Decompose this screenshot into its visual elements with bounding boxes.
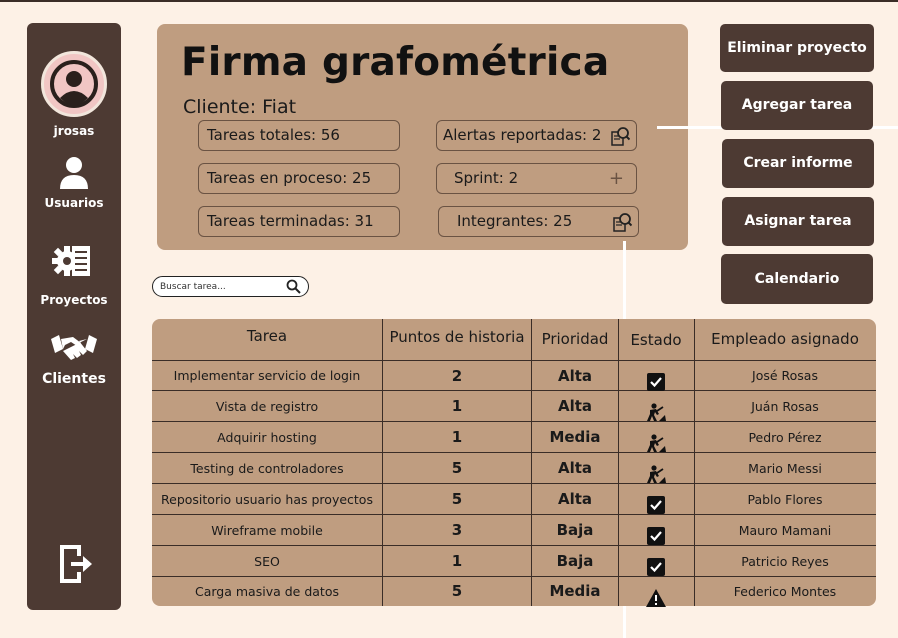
stat-alerts-label: Alertas reportadas: 2 xyxy=(443,126,602,144)
header-priority[interactable]: Prioridad xyxy=(532,319,618,360)
create-report-button[interactable]: Crear informe xyxy=(722,139,874,188)
task-assignee-cell: Pedro Pérez xyxy=(748,430,822,445)
task-assignee-cell: Mauro Mamani xyxy=(738,523,832,538)
table-row[interactable]: Implementar servicio de login 2 Alta José R… xyxy=(152,361,876,391)
task-state-cell xyxy=(618,546,694,577)
search-input[interactable] xyxy=(160,279,280,294)
task-priority-cell: Media xyxy=(549,582,601,600)
task-task-cell: Wireframe mobile xyxy=(211,523,323,538)
table-row[interactable]: Carga masiva de datos 5 Media Federico Mont… xyxy=(152,577,876,607)
user-avatar-icon[interactable] xyxy=(41,51,107,117)
search-box[interactable] xyxy=(152,276,309,297)
task-task-cell: Implementar servicio de login xyxy=(173,368,361,383)
document-search-icon[interactable] xyxy=(610,126,630,146)
logout-icon[interactable] xyxy=(59,544,93,584)
header-points[interactable]: Puntos de historia xyxy=(383,317,531,358)
header-state[interactable]: Estado xyxy=(618,320,694,361)
task-assignee-cell: Juán Rosas xyxy=(751,399,819,414)
stat-in-progress-label: Tareas en proceso: 25 xyxy=(207,169,372,187)
task-priority-cell: Baja xyxy=(556,552,594,570)
search-icon[interactable] xyxy=(286,279,301,294)
delete-project-button[interactable]: Eliminar proyecto xyxy=(720,24,874,72)
project-summary-card: Firma grafométrica Cliente: Fiat Tareas … xyxy=(157,24,688,250)
task-state-cell xyxy=(618,515,694,546)
header-assignee[interactable]: Empleado asignado xyxy=(694,319,876,360)
user-icon[interactable] xyxy=(59,156,89,190)
sidebar-item-projects[interactable]: Proyectos xyxy=(27,293,121,307)
task-assignee-cell: Pablo Flores xyxy=(747,492,823,507)
task-task-cell: Vista de registro xyxy=(215,399,319,414)
task-assignee-cell: José Rosas xyxy=(752,368,818,383)
stat-members[interactable]: Integrantes: 25 xyxy=(438,206,639,237)
stat-alerts[interactable]: Alertas reportadas: 2 xyxy=(436,120,637,151)
stat-in-progress: Tareas en proceso: 25 xyxy=(198,163,400,194)
task-state-cell xyxy=(618,577,694,607)
sidebar-item-clients[interactable]: Clientes xyxy=(27,371,121,387)
assign-task-button[interactable]: Asignar tarea xyxy=(722,197,874,246)
task-task-cell: Carga masiva de datos xyxy=(195,584,339,599)
stat-total-tasks: Tareas totales: 56 xyxy=(198,120,400,151)
table-row[interactable]: Wireframe mobile 3 Baja Mauro Mamani xyxy=(152,515,876,546)
task-task-cell: Adquirir hosting xyxy=(217,430,317,445)
task-priority-cell: Alta xyxy=(557,367,593,385)
task-points-cell: 2 xyxy=(451,367,463,385)
task-assignee-cell: Mario Messi xyxy=(748,461,822,476)
username-label: jrosas xyxy=(53,124,95,138)
stat-total-tasks-label: Tareas totales: 56 xyxy=(207,126,340,144)
table-row[interactable]: SEO 1 Baja Patricio Reyes xyxy=(152,546,876,577)
task-priority-cell: Media xyxy=(549,428,601,446)
stat-members-label: Integrantes: 25 xyxy=(457,212,573,230)
sidebar-item-users[interactable]: Usuarios xyxy=(27,196,121,210)
task-assignee-cell: Patricio Reyes xyxy=(741,554,829,569)
tasks-table: Tarea Puntos de historia Prioridad Estad… xyxy=(152,316,876,607)
task-points-cell: 5 xyxy=(451,459,463,477)
project-title: Firma grafométrica xyxy=(181,40,610,85)
task-points-cell: 5 xyxy=(451,582,463,600)
gear-document-icon[interactable] xyxy=(52,242,92,280)
task-task-cell: Testing de controladores xyxy=(190,461,344,476)
task-points-cell: 1 xyxy=(451,397,463,415)
task-priority-cell: Alta xyxy=(557,397,593,415)
task-state-cell xyxy=(618,453,694,484)
calendar-button[interactable]: Calendario xyxy=(721,254,873,304)
task-priority-cell: Alta xyxy=(557,490,593,508)
stat-finished: Tareas terminadas: 31 xyxy=(198,206,400,237)
document-search-icon[interactable] xyxy=(612,212,632,232)
table-row[interactable]: Repositorio usuario has proyectos 5 Alta Pa… xyxy=(152,484,876,515)
table-row[interactable]: Testing de controladores 5 Alta Mario Messi xyxy=(152,453,876,484)
stat-sprint-label: Sprint: 2 xyxy=(454,169,519,187)
table-row[interactable]: Vista de registro 1 Alta Juán Rosas xyxy=(152,391,876,422)
top-border xyxy=(0,0,898,2)
task-points-cell: 5 xyxy=(451,490,463,508)
handshake-icon[interactable] xyxy=(51,333,97,363)
task-points-cell: 1 xyxy=(451,552,463,570)
task-state-cell xyxy=(618,361,694,391)
header-task[interactable]: Tarea xyxy=(152,316,382,357)
warning-icon[interactable] xyxy=(645,582,667,618)
task-state-cell xyxy=(618,484,694,515)
task-assignee-cell: Federico Montes xyxy=(733,584,837,599)
task-task-cell: Repositorio usuario has proyectos xyxy=(161,492,373,507)
project-client: Cliente: Fiat xyxy=(183,96,297,118)
task-task-cell: SEO xyxy=(254,554,280,569)
task-points-cell: 1 xyxy=(451,428,463,446)
task-state-cell xyxy=(618,422,694,453)
task-points-cell: 3 xyxy=(451,521,463,539)
sidebar: jrosas Usuarios Proyectos Clientes xyxy=(27,23,121,610)
task-priority-cell: Alta xyxy=(557,459,593,477)
stat-finished-label: Tareas terminadas: 31 xyxy=(207,212,374,230)
task-state-cell xyxy=(618,391,694,422)
plus-icon[interactable]: + xyxy=(609,164,624,193)
add-task-button[interactable]: Agregar tarea xyxy=(721,81,873,130)
task-priority-cell: Baja xyxy=(556,521,594,539)
table-row[interactable]: Adquirir hosting 1 Media Pedro Pérez xyxy=(152,422,876,453)
stat-sprint[interactable]: Sprint: 2 + xyxy=(436,163,637,194)
